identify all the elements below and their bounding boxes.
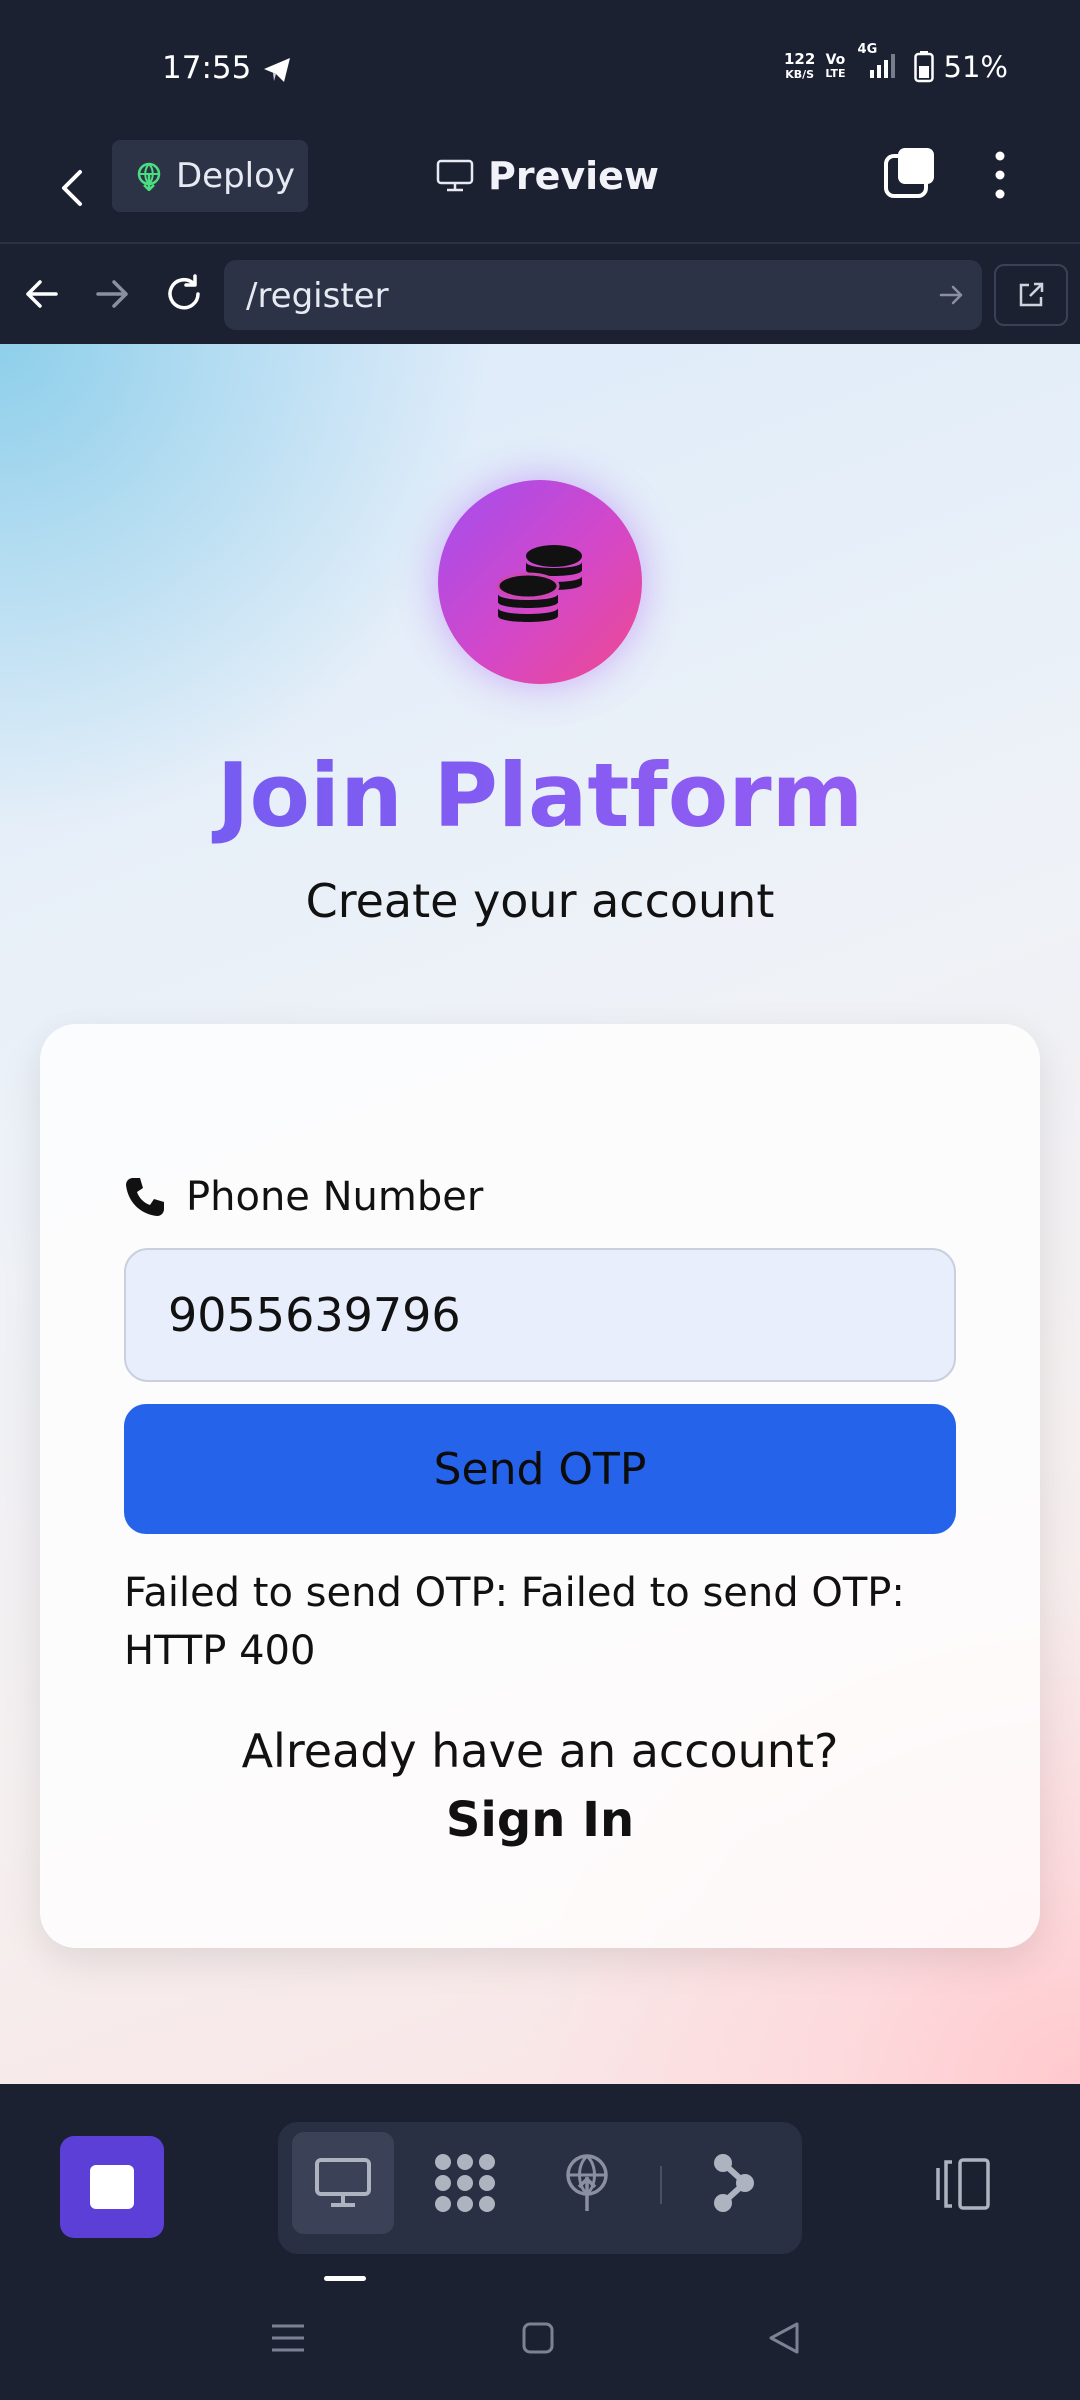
go-arrow-icon[interactable] <box>938 282 964 308</box>
branch-icon <box>714 2154 754 2212</box>
back-triangle-icon <box>769 2322 799 2354</box>
arrow-back-icon[interactable] <box>20 272 64 316</box>
preview-title: Preview <box>436 144 659 208</box>
battery-icon <box>913 51 934 83</box>
browser-bar: /register <box>0 242 1080 344</box>
monitor-icon <box>436 159 474 192</box>
branch-tool[interactable] <box>682 2132 784 2234</box>
desktop-icon <box>315 2158 371 2207</box>
back-button[interactable] <box>52 156 92 220</box>
bottom-toolbar <box>0 2084 1080 2284</box>
send-otp-button[interactable]: Send OTP <box>124 1404 956 1534</box>
reload-icon[interactable] <box>162 272 206 316</box>
preview-label: Preview <box>488 154 660 198</box>
stop-icon <box>90 2165 134 2209</box>
deploy-tool[interactable] <box>536 2132 638 2234</box>
volte-top: Vo <box>825 52 846 68</box>
error-message: Failed to send OTP: Failed to send OTP: … <box>124 1570 905 1674</box>
tabs-icon[interactable] <box>884 146 936 200</box>
logo <box>438 480 642 684</box>
deploy-label: Deploy <box>176 156 296 196</box>
page-subtitle: Create your account <box>305 874 775 928</box>
status-time: 17:55 <box>162 50 252 86</box>
recents-button[interactable] <box>266 2316 310 2360</box>
home-button[interactable] <box>516 2316 560 2360</box>
back-icon <box>62 170 82 206</box>
phone-label-row: Phone Number <box>124 1174 483 1220</box>
sign-in-link[interactable]: Sign In <box>40 1792 1040 1848</box>
net-speed: 122 KB/S <box>784 52 815 82</box>
home-icon <box>522 2322 554 2354</box>
net-speed-unit: KB/S <box>785 68 815 81</box>
system-nav-bar <box>0 2284 1080 2400</box>
apps-icon <box>435 2154 495 2212</box>
deploy-globe-icon <box>566 2154 608 2211</box>
register-card: Phone Number Send OTP Failed to send OTP… <box>40 1024 1040 1948</box>
system-back-button[interactable] <box>762 2316 806 2360</box>
volte-indicator: Vo LTE <box>825 53 845 81</box>
globe-icon <box>137 162 161 191</box>
stop-button[interactable] <box>60 2136 164 2238</box>
tool-divider <box>660 2166 662 2204</box>
arrow-forward-icon[interactable] <box>90 272 134 316</box>
phone-input[interactable] <box>124 1248 956 1382</box>
desktop-tool[interactable] <box>292 2132 394 2234</box>
net-speed-value: 122 <box>784 50 816 68</box>
page-title: Join Platform <box>0 744 1080 847</box>
network-type: 4G <box>857 42 878 57</box>
url-text: /register <box>246 276 389 316</box>
open-external-icon <box>1019 282 1044 307</box>
phone-label: Phone Number <box>186 1174 484 1220</box>
coins-icon <box>496 545 582 622</box>
active-tool-indicator <box>324 2276 366 2281</box>
more-vert-icon[interactable] <box>990 150 1010 200</box>
apps-tool[interactable] <box>414 2132 516 2234</box>
url-bar[interactable]: /register <box>224 260 982 330</box>
web-content: Join Platform Create your account Phone … <box>0 344 1080 2084</box>
telegram-send-icon <box>264 58 290 82</box>
menu-icon <box>272 2324 304 2352</box>
battery-percent: 51% <box>943 50 1008 84</box>
phone-icon <box>126 1178 164 1216</box>
status-right: 122 KB/S Vo LTE 4G 51% <box>784 42 1008 84</box>
open-external-button[interactable] <box>994 264 1068 326</box>
layout-icon[interactable] <box>934 2154 994 2214</box>
tool-group <box>278 2122 802 2254</box>
volte-bottom: LTE <box>825 67 846 80</box>
already-account-text: Already have an account? <box>241 1724 839 1778</box>
deploy-button[interactable]: Deploy <box>112 140 308 212</box>
status-bar: 17:55 122 KB/S Vo LTE 4G 51% <box>0 0 1080 136</box>
app-bar: Deploy Preview <box>0 136 1080 240</box>
network-signal: 4G <box>856 42 904 84</box>
